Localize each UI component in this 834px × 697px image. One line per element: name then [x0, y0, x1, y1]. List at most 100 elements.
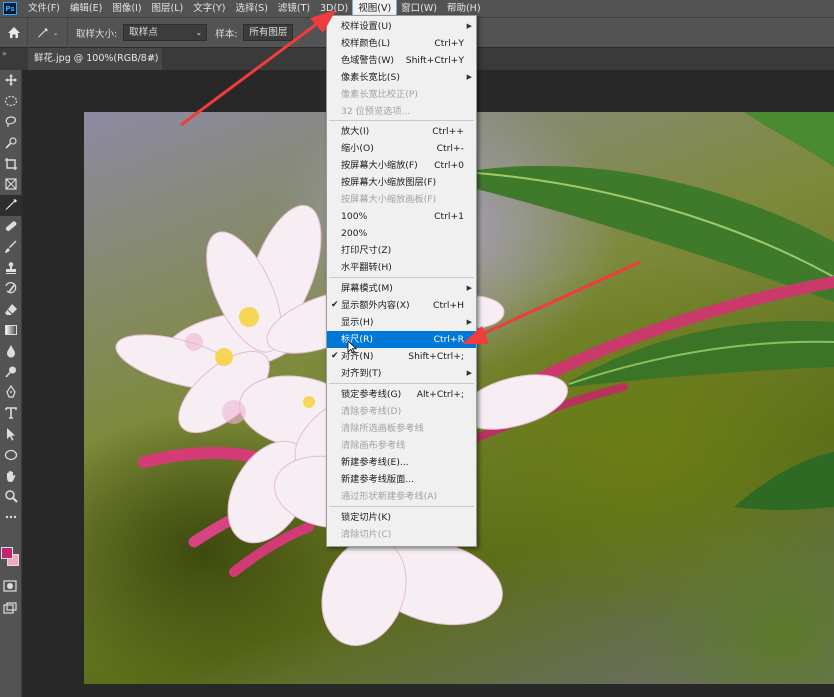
view-menu-item[interactable]: 对齐到(T) ▶	[327, 365, 476, 382]
view-menu-item[interactable]: 显示(H) ▶	[327, 314, 476, 331]
view-menu-item-label: 按屏幕大小缩放图层(F)	[341, 177, 437, 188]
chevron-down-icon: ⌄	[52, 28, 59, 37]
view-menu-item-label: 像素长宽比(S)	[341, 72, 400, 83]
eyedropper-tool[interactable]	[0, 194, 22, 216]
view-menu-item[interactable]: 校样颜色(L) Ctrl+Y	[327, 35, 476, 52]
sample-label: 样本:	[215, 28, 238, 40]
marquee-tool[interactable]	[0, 91, 22, 112]
submenu-arrow-icon: ▶	[466, 318, 472, 326]
blur-tool[interactable]	[0, 340, 22, 361]
frame-icon	[5, 178, 17, 190]
tool-preset-picker[interactable]: ⌄	[28, 17, 68, 48]
history-brush-tool[interactable]	[0, 278, 22, 299]
view-menu-item: 32 位预览选项...	[327, 103, 476, 120]
view-menu-item-label: 锁定切片(K)	[341, 512, 391, 523]
view-menu-item[interactable]: 200%	[327, 225, 476, 242]
sample-size-select[interactable]: 取样点 ⌄	[123, 24, 208, 41]
sample-select[interactable]: 所有图层	[243, 24, 294, 41]
type-tool[interactable]	[0, 403, 22, 424]
view-menu-item-shortcut: Shift+Ctrl+;	[408, 351, 464, 362]
submenu-arrow-icon: ▶	[466, 22, 472, 30]
dodge-tool[interactable]	[0, 361, 22, 382]
view-menu-item-shortcut: Ctrl+Y	[434, 38, 464, 49]
view-menu-item-label: 校样设置(U)	[341, 21, 392, 32]
view-menu-item[interactable]: 新建参考线版面...	[327, 471, 476, 488]
view-menu-item-label: 100%	[341, 211, 368, 222]
menu-separator	[329, 277, 474, 278]
healing-tool[interactable]	[0, 216, 22, 237]
view-menu-item[interactable]: 按屏幕大小缩放(F) Ctrl+0	[327, 157, 476, 174]
foreground-color-swatch[interactable]	[1, 547, 13, 559]
view-menu-item-label: 清除画布参考线	[341, 440, 406, 451]
view-menu-item[interactable]: 锁定切片(K)	[327, 509, 476, 526]
gradient-tool[interactable]	[0, 320, 22, 341]
view-menu-item[interactable]: 水平翻转(H)	[327, 259, 476, 276]
view-menu-item-label: 清除切片(C)	[341, 529, 392, 540]
view-menu-item-label: 32 位预览选项...	[341, 106, 411, 117]
view-menu-item-label: 锁定参考线(G)	[341, 389, 402, 400]
stamp-icon	[6, 261, 16, 274]
view-menu-item[interactable]: 色域警告(W) Shift+Ctrl+Y	[327, 52, 476, 69]
view-menu-item-label: 打印尺寸(Z)	[341, 245, 392, 256]
view-menu-item[interactable]: 校样设置(U) ▶	[327, 18, 476, 35]
view-menu-item-shortcut: Ctrl+1	[434, 211, 464, 222]
photoshop-window: Ps 文件(F) 编辑(E) 图像(I) 图层(L) 文字(Y) 选择(S) 滤…	[0, 0, 834, 697]
submenu-arrow-icon: ▶	[466, 284, 472, 292]
view-menu-item[interactable]: 像素长宽比(S) ▶	[327, 69, 476, 86]
submenu-arrow-icon: ▶	[466, 369, 472, 377]
menu-type[interactable]: 文字(Y)	[188, 0, 230, 17]
screen-mode-button[interactable]	[3, 602, 17, 617]
collapse-panel-icon[interactable]: »	[2, 49, 7, 58]
hand-tool[interactable]	[0, 465, 22, 486]
view-menu-item-shortcut: Shift+Ctrl+Y	[405, 55, 464, 66]
eraser-tool[interactable]	[0, 299, 22, 320]
view-menu-item-shortcut: Ctrl+H	[433, 300, 464, 311]
view-menu-item: 按屏幕大小缩放画板(F)	[327, 191, 476, 208]
more-tools[interactable]	[0, 507, 22, 528]
crop-tool[interactable]	[0, 153, 22, 174]
view-menu-item[interactable]: ✔ 显示额外内容(X) Ctrl+H	[327, 297, 476, 314]
document-tab[interactable]: 鲜花.jpg @ 100%(RGB/8#) ×	[28, 48, 162, 70]
pen-tool[interactable]	[0, 382, 22, 403]
view-menu-item[interactable]: 按屏幕大小缩放图层(F)	[327, 174, 476, 191]
eraser-icon	[5, 304, 17, 316]
healing-icon	[5, 221, 17, 231]
view-menu-item[interactable]: 缩小(O) Ctrl+-	[327, 140, 476, 157]
view-menu-item[interactable]: 锁定参考线(G) Alt+Ctrl+;	[327, 386, 476, 403]
brush-tool[interactable]	[0, 236, 22, 257]
lasso-tool[interactable]	[0, 112, 22, 133]
view-menu-item-label: 新建参考线(E)...	[341, 457, 409, 468]
photoshop-logo-icon[interactable]: Ps	[3, 2, 17, 15]
quick-mask-button[interactable]	[3, 580, 17, 595]
menu-image[interactable]: 图像(I)	[107, 0, 146, 17]
menu-layer[interactable]: 图层(L)	[147, 0, 189, 17]
view-menu-item-label: 通过形状新建参考线(A)	[341, 491, 438, 502]
view-menu-item[interactable]: 打印尺寸(Z)	[327, 242, 476, 259]
menu-edit[interactable]: 编辑(E)	[65, 0, 107, 17]
menu-filter[interactable]: 滤镜(T)	[273, 0, 315, 17]
home-icon	[7, 27, 20, 38]
path-select-tool[interactable]	[0, 424, 22, 445]
zoom-tool[interactable]	[0, 486, 22, 507]
frame-tool[interactable]	[0, 174, 22, 195]
view-menu-item-shortcut: Alt+Ctrl+;	[416, 389, 464, 400]
hand-icon	[7, 470, 16, 482]
stamp-tool[interactable]	[0, 257, 22, 278]
home-button[interactable]	[0, 17, 28, 48]
close-icon[interactable]: ×	[148, 48, 156, 70]
menu-file[interactable]: 文件(F)	[23, 0, 65, 17]
pen-icon	[6, 385, 16, 398]
view-menu-item[interactable]: 100% Ctrl+1	[327, 208, 476, 225]
view-menu-item[interactable]: 新建参考线(E)...	[327, 454, 476, 471]
view-menu-item-label: 像素长宽比校正(P)	[341, 89, 419, 100]
sample-value: 所有图层	[249, 27, 288, 38]
lasso-icon	[5, 116, 17, 127]
move-tool[interactable]	[0, 70, 22, 91]
tools-panel	[0, 70, 22, 697]
menu-select[interactable]: 选择(S)	[230, 0, 272, 17]
view-menu-item[interactable]: 放大(I) Ctrl++	[327, 123, 476, 140]
marquee-icon	[4, 96, 18, 107]
quick-select-tool[interactable]	[0, 132, 22, 153]
shape-tool[interactable]	[0, 444, 22, 465]
view-menu-item[interactable]: 屏幕模式(M) ▶	[327, 280, 476, 297]
